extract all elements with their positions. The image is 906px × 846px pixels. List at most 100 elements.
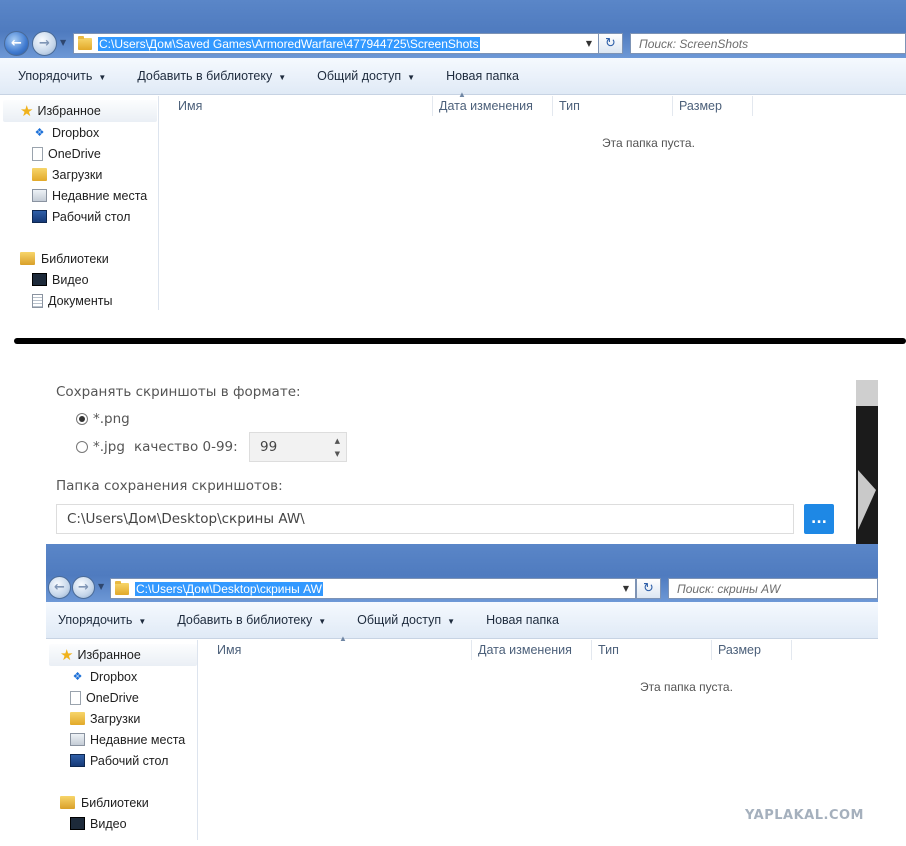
- chevron-down-icon: ▼: [447, 617, 456, 626]
- video-icon: [70, 817, 85, 830]
- nav-item-downloads[interactable]: Загрузки: [46, 708, 197, 729]
- column-size[interactable]: Размер: [712, 640, 792, 660]
- column-name[interactable]: Имя: [199, 640, 472, 660]
- column-type[interactable]: Тип: [592, 640, 712, 660]
- jpg-label: *.jpg: [93, 439, 125, 455]
- video-icon: [32, 273, 47, 286]
- column-type[interactable]: Тип: [553, 96, 673, 116]
- nav-item-recent-places[interactable]: Недавние места: [0, 185, 158, 206]
- watermark-logo: YAPLAKAL.COM: [745, 808, 864, 823]
- chevron-down-icon: ▼: [318, 617, 327, 626]
- column-date-modified[interactable]: Дата изменения: [433, 96, 553, 116]
- downloads-folder-icon: [70, 712, 85, 725]
- empty-folder-message: Эта папка пуста.: [640, 680, 733, 694]
- chevron-down-icon: ▼: [407, 73, 416, 82]
- format-label: Сохранять скриншоты в формате:: [56, 384, 301, 400]
- folder-icon: [115, 580, 129, 595]
- png-radio[interactable]: [76, 413, 88, 425]
- nav-item-video[interactable]: Видео: [0, 269, 158, 290]
- address-bar-area: ← → ▼ C:\Users\Дом\Desktop\скрины AW ▼ ↻…: [46, 544, 878, 602]
- png-label: *.png: [93, 411, 130, 427]
- nav-item-recent-places[interactable]: Недавние места: [46, 729, 197, 750]
- folder-icon: [78, 35, 92, 50]
- navigation-pane: ★ Избранное ❖ Dropbox OneDrive Загрузки Не…: [46, 640, 198, 840]
- nav-item-desktop[interactable]: Рабочий стол: [46, 750, 197, 771]
- star-icon: ★: [60, 647, 74, 664]
- nav-item-video[interactable]: Видео: [46, 813, 197, 834]
- column-name[interactable]: Имя: [160, 96, 433, 116]
- add-to-library-button[interactable]: Добавить в библиотеку ▼: [137, 69, 286, 83]
- command-bar: Упорядочить ▼ Добавить в библиотеку ▼ Общи…: [46, 602, 878, 639]
- jpg-radio[interactable]: [76, 441, 88, 453]
- navigation-pane: ★ Избранное ❖ Dropbox OneDrive Загрузки Не…: [0, 96, 159, 310]
- file-icon: [70, 690, 81, 705]
- quality-label: качество 0-99:: [134, 439, 238, 455]
- share-button[interactable]: Общий доступ ▼: [357, 613, 455, 627]
- separator-line: [14, 338, 906, 344]
- address-dropdown-icon[interactable]: ▼: [586, 39, 592, 48]
- documents-icon: [32, 293, 43, 308]
- desktop-icon: [32, 210, 47, 223]
- nav-item-desktop[interactable]: Рабочий стол: [0, 206, 158, 227]
- empty-folder-message: Эта папка пуста.: [602, 136, 695, 150]
- nav-item-documents[interactable]: Документы: [0, 290, 158, 310]
- address-bar-area: ← → ▼ C:\Users\Дом\Saved Games\ArmoredWa…: [0, 0, 906, 58]
- libraries-icon: [60, 796, 75, 809]
- column-headers: ▲ Имя Дата изменения Тип Размер: [199, 634, 878, 660]
- refresh-button[interactable]: ↻: [598, 33, 623, 54]
- explorer-window-top: ← → ▼ C:\Users\Дом\Saved Games\ArmoredWa…: [0, 0, 906, 310]
- folder-label: Папка сохранения скриншотов:: [56, 478, 283, 494]
- nav-libraries[interactable]: Библиотеки: [46, 792, 197, 813]
- chevron-down-icon: ▼: [98, 73, 107, 82]
- recent-places-icon: [32, 189, 47, 202]
- search-input[interactable]: Поиск: ScreenShots: [630, 33, 906, 54]
- dropbox-icon: ❖: [34, 127, 45, 139]
- game-background-fragment: [856, 380, 878, 544]
- recent-places-icon: [70, 733, 85, 746]
- libraries-icon: [20, 252, 35, 265]
- nav-item-onedrive[interactable]: OneDrive: [46, 687, 197, 708]
- quality-stepper[interactable]: 99 ▲ ▼: [249, 432, 347, 462]
- nav-item-dropbox[interactable]: ❖ Dropbox: [46, 666, 197, 687]
- address-dropdown-icon[interactable]: ▼: [623, 584, 629, 593]
- new-folder-button[interactable]: Новая папка: [446, 69, 519, 83]
- command-bar: Упорядочить ▼ Добавить в библиотеку ▼ Общи…: [0, 58, 906, 95]
- downloads-folder-icon: [32, 168, 47, 181]
- address-field[interactable]: C:\Users\Дом\Saved Games\ArmoredWarfare\…: [73, 33, 599, 54]
- column-date-modified[interactable]: Дата изменения: [472, 640, 592, 660]
- nav-libraries[interactable]: Библиотеки: [0, 248, 158, 269]
- recent-pages-dropdown-icon[interactable]: ▼: [98, 582, 104, 591]
- organize-button[interactable]: Упорядочить ▼: [18, 69, 106, 83]
- spin-down-icon[interactable]: ▼: [335, 450, 340, 458]
- browse-button[interactable]: ...: [804, 504, 834, 534]
- explorer-window-bottom: ← → ▼ C:\Users\Дом\Desktop\скрины AW ▼ ↻…: [46, 544, 878, 840]
- chevron-down-icon: ▼: [138, 617, 147, 626]
- address-field[interactable]: C:\Users\Дом\Desktop\скрины AW ▼: [110, 578, 636, 599]
- desktop-icon: [70, 754, 85, 767]
- spin-up-icon[interactable]: ▲: [335, 437, 340, 445]
- share-button[interactable]: Общий доступ ▼: [317, 69, 415, 83]
- back-button[interactable]: ←: [48, 576, 71, 599]
- nav-item-onedrive[interactable]: OneDrive: [0, 143, 158, 164]
- nav-favorites[interactable]: ★ Избранное: [49, 644, 197, 666]
- screenshot-settings-panel: Сохранять скриншоты в формате: *.png *.j…: [0, 380, 856, 544]
- folder-path-input[interactable]: C:\Users\Дом\Desktop\скрины AW\: [56, 504, 794, 534]
- nav-favorites[interactable]: ★ Избранное: [3, 100, 157, 122]
- forward-button[interactable]: →: [72, 576, 95, 599]
- file-icon: [32, 146, 43, 161]
- nav-item-downloads[interactable]: Загрузки: [0, 164, 158, 185]
- recent-pages-dropdown-icon[interactable]: ▼: [60, 38, 66, 47]
- column-headers: ▲ Имя Дата изменения Тип Размер: [160, 90, 906, 116]
- back-button[interactable]: ←: [4, 31, 29, 56]
- column-size[interactable]: Размер: [673, 96, 753, 116]
- forward-button[interactable]: →: [32, 31, 57, 56]
- organize-button[interactable]: Упорядочить ▼: [58, 613, 146, 627]
- chevron-down-icon: ▼: [278, 73, 287, 82]
- refresh-button[interactable]: ↻: [636, 578, 661, 599]
- add-to-library-button[interactable]: Добавить в библиотеку ▼: [177, 613, 326, 627]
- search-input[interactable]: Поиск: скрины AW: [668, 578, 878, 599]
- star-icon: ★: [20, 103, 34, 120]
- quality-value: 99: [260, 439, 278, 455]
- new-folder-button[interactable]: Новая папка: [486, 613, 559, 627]
- nav-item-dropbox[interactable]: ❖ Dropbox: [0, 122, 158, 143]
